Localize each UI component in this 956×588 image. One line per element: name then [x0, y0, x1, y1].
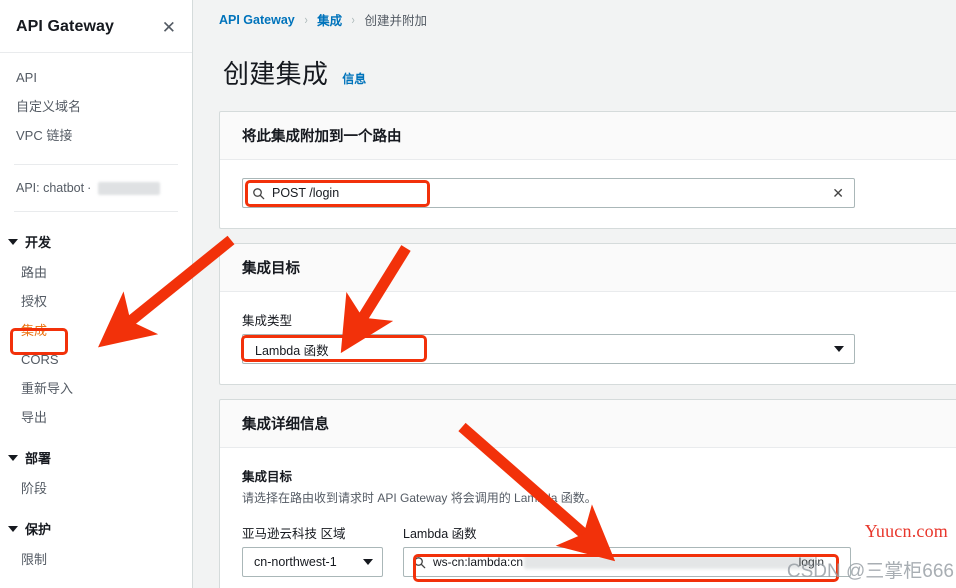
- redacted-api-id: [98, 181, 161, 195]
- sidebar-group-label: 部署: [25, 451, 52, 466]
- info-link[interactable]: 信息: [342, 70, 366, 87]
- sidebar-api-label: API: chatbot: [16, 181, 85, 195]
- sidebar-group-protect[interactable]: 保护: [0, 510, 192, 545]
- sidebar-item-export[interactable]: 导出: [0, 403, 192, 432]
- integration-type-select[interactable]: Lambda 函数: [242, 334, 855, 364]
- sidebar-item-custom-domain[interactable]: 自定义域名: [0, 92, 192, 121]
- breadcrumb: API Gateway › 集成 › 创建并附加: [194, 0, 956, 29]
- chevron-down-icon: [8, 238, 18, 245]
- integration-target-label: 集成目标: [242, 470, 293, 484]
- sidebar-item-vpc-link[interactable]: VPC 链接: [0, 121, 192, 150]
- region-value: cn-northwest-1: [254, 555, 337, 569]
- sidebar-item-reimport[interactable]: 重新导入: [0, 374, 192, 403]
- sidebar-title: API Gateway: [16, 18, 115, 35]
- sidebar-item-stages[interactable]: 阶段: [0, 474, 192, 503]
- sidebar-group-monitor[interactable]: 监控: [0, 581, 192, 588]
- chevron-down-icon: [8, 454, 18, 461]
- card-title: 集成详细信息: [242, 417, 329, 433]
- clear-icon[interactable]: ✕: [832, 185, 844, 202]
- sidebar-group-label: 保护: [25, 522, 52, 537]
- integration-type-label: 集成类型: [242, 314, 293, 328]
- sidebar-api-context: API: chatbot ·: [0, 169, 192, 207]
- watermark-gray: CSDN @三掌柜666: [786, 561, 954, 582]
- card-body: POST /login ✕: [220, 160, 956, 228]
- breadcrumb-separator: ›: [304, 12, 308, 27]
- breadcrumb-item-api-gateway[interactable]: API Gateway: [219, 13, 295, 27]
- screen-root: API Gateway ✕ API 自定义域名 VPC 链接 API: chat…: [0, 0, 956, 588]
- page-title: 创建集成: [223, 59, 329, 89]
- search-icon: [413, 556, 426, 569]
- redacted-lambda-arn: [524, 556, 814, 569]
- sidebar-api-separator: ·: [87, 181, 92, 195]
- sidebar-item-throttling[interactable]: 限制: [0, 545, 192, 574]
- search-icon: [252, 187, 265, 200]
- route-search-value: POST /login: [272, 186, 340, 200]
- card-title: 集成目标: [242, 261, 300, 277]
- breadcrumb-separator: ›: [351, 12, 355, 27]
- card-title: 将此集成附加到一个路由: [242, 129, 402, 145]
- chevron-down-icon: [363, 559, 373, 565]
- page-title-row: 创建集成 信息: [194, 29, 956, 111]
- sidebar-top-links: API 自定义域名 VPC 链接: [0, 53, 192, 160]
- region-select[interactable]: cn-northwest-1: [242, 547, 383, 577]
- chevron-down-icon: [834, 346, 844, 352]
- integration-target-description: 请选择在路由收到请求时 API Gateway 将会调用的 Lambda 函数。: [242, 491, 597, 505]
- card-attach-route: 将此集成附加到一个路由 POST /login ✕: [219, 111, 956, 229]
- sidebar-item-cors[interactable]: CORS: [0, 345, 192, 374]
- integration-type-value: Lambda 函数: [255, 343, 329, 358]
- card-header: 集成详细信息: [220, 400, 956, 448]
- watermark-red: Yuucn.com: [864, 521, 948, 541]
- card-header: 集成目标: [220, 244, 956, 292]
- card-header: 将此集成附加到一个路由: [220, 112, 956, 160]
- card-body: 集成类型 Lambda 函数: [220, 292, 956, 384]
- sidebar-group-deploy[interactable]: 部署: [0, 439, 192, 474]
- sidebar-item-routes[interactable]: 路由: [0, 258, 192, 287]
- sidebar-item-authorization[interactable]: 授权: [0, 287, 192, 316]
- sidebar-item-integrations[interactable]: 集成: [0, 316, 192, 345]
- sidebar-divider-1: [14, 164, 178, 165]
- breadcrumb-item-current: 创建并附加: [364, 14, 427, 28]
- region-field: 亚马逊云科技 区域 cn-northwest-1: [242, 523, 383, 577]
- sidebar-header: API Gateway ✕: [0, 0, 192, 53]
- sidebar-item-api[interactable]: API: [0, 63, 192, 92]
- region-label: 亚马逊云科技 区域: [242, 527, 346, 541]
- close-icon[interactable]: ✕: [162, 19, 176, 36]
- main-content: API Gateway › 集成 › 创建并附加 创建集成 信息 将此集成附加到…: [194, 0, 956, 588]
- route-search-input[interactable]: POST /login ✕: [242, 178, 855, 208]
- sidebar-group-label: 开发: [25, 235, 52, 250]
- lambda-function-input[interactable]: ws-cn:lambda:cn login: [403, 547, 851, 577]
- sidebar-divider-2: [14, 211, 178, 212]
- sidebar-group-develop[interactable]: 开发: [0, 223, 192, 258]
- breadcrumb-item-integrations[interactable]: 集成: [317, 10, 342, 29]
- chevron-down-icon: [8, 525, 18, 532]
- sidebar: API Gateway ✕ API 自定义域名 VPC 链接 API: chat…: [0, 0, 193, 588]
- card-integration-target: 集成目标 集成类型 Lambda 函数: [219, 243, 956, 385]
